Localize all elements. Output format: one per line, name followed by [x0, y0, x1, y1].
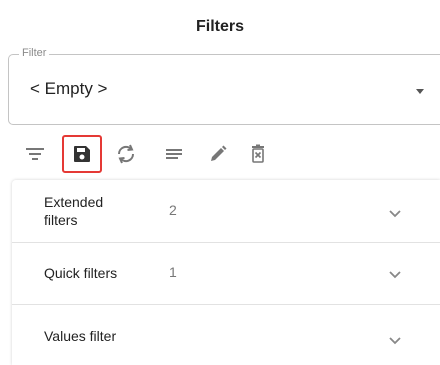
- notes-button[interactable]: [154, 135, 194, 173]
- chevron-down-icon[interactable]: [388, 336, 402, 346]
- sync-button[interactable]: [106, 135, 146, 173]
- accordion-item-count: 2: [169, 202, 177, 218]
- edit-icon: [211, 145, 227, 161]
- accordion-item-label: Quick filters: [44, 265, 118, 281]
- save-button[interactable]: [62, 135, 102, 173]
- dropdown-arrow-icon[interactable]: [416, 89, 424, 94]
- save-icon: [74, 146, 90, 162]
- accordion-item-extended-filters[interactable]: Extended filters 2: [12, 180, 440, 243]
- filter-toolbar: [18, 135, 318, 175]
- filter-select[interactable]: Filter < Empty >: [8, 47, 440, 125]
- chevron-down-icon[interactable]: [388, 270, 402, 280]
- accordion-item-count: 1: [169, 264, 177, 280]
- notes-icon: [166, 149, 182, 159]
- filter-accordion: Extended filters 2 Quick filters 1 Value…: [12, 180, 440, 365]
- chevron-down-icon[interactable]: [388, 209, 402, 219]
- page-title: Filters: [195, 18, 244, 35]
- accordion-item-label: Values filter: [44, 328, 117, 344]
- accordion-item-label: Extended filters: [44, 194, 104, 228]
- accordion-item-values-filter[interactable]: Values filter: [12, 304, 440, 365]
- delete-icon: [252, 144, 264, 163]
- filter-select-value: < Empty >: [30, 79, 108, 98]
- delete-button[interactable]: [238, 135, 278, 173]
- filter-list-button[interactable]: [15, 135, 55, 173]
- filter-select-label: Filter: [19, 47, 50, 59]
- edit-button[interactable]: [198, 135, 238, 173]
- filter-list-icon: [26, 148, 44, 160]
- sync-icon: [117, 144, 135, 164]
- accordion-item-quick-filters[interactable]: Quick filters 1: [12, 242, 440, 305]
